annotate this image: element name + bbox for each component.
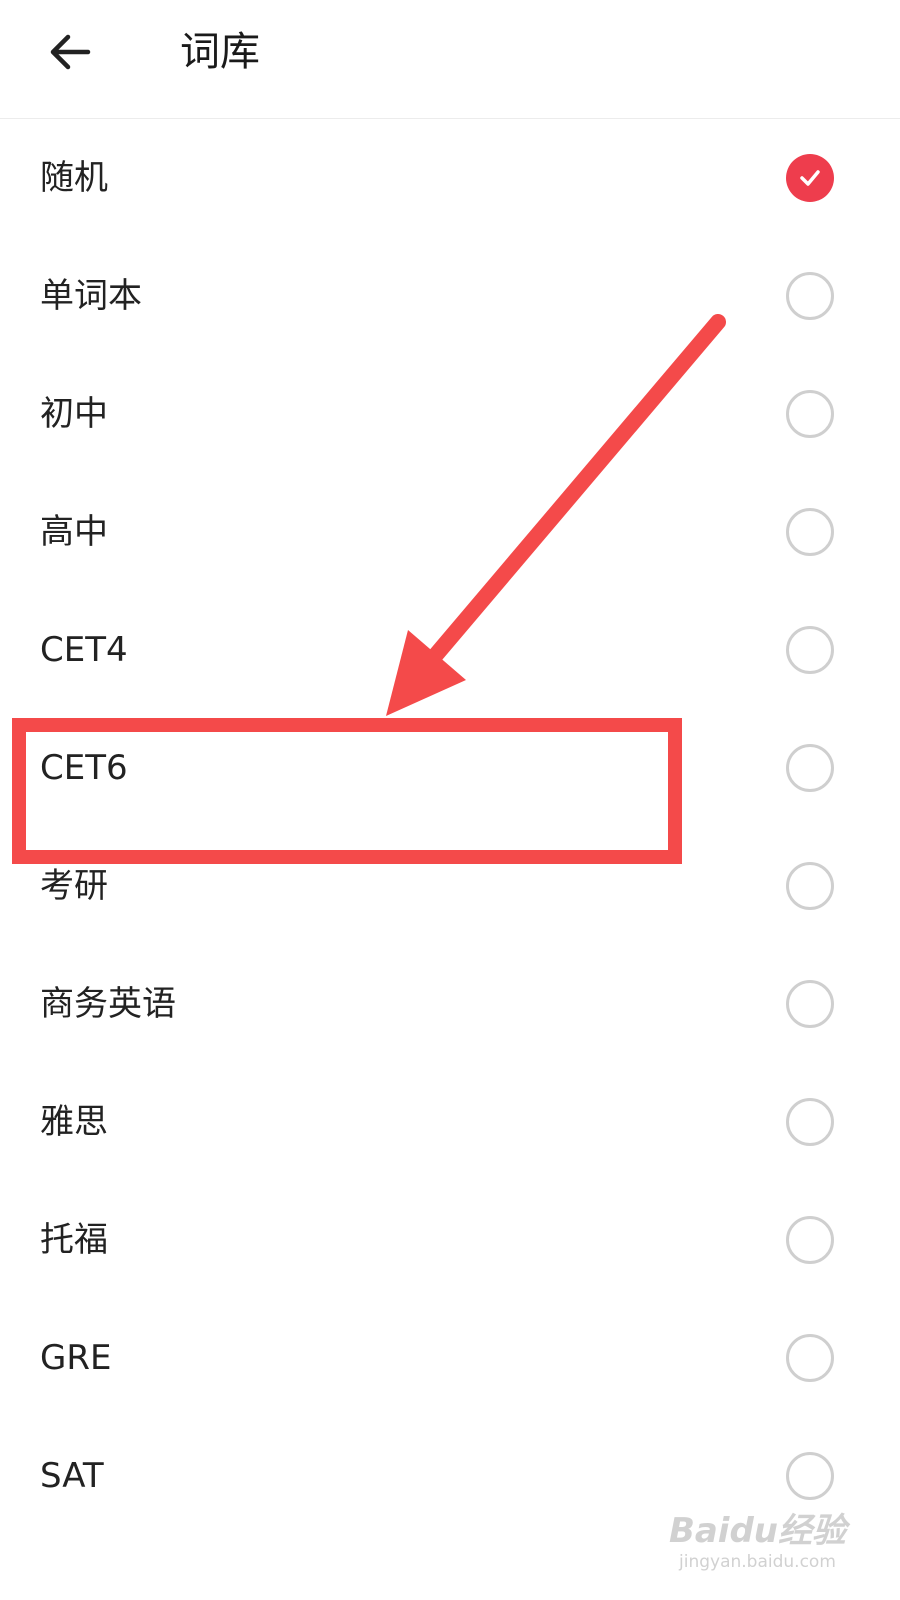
list-item-junior-high[interactable]: 初中 — [0, 355, 900, 473]
check-icon — [800, 170, 820, 186]
list-item-random[interactable]: 随机 — [0, 119, 900, 237]
highlight-box — [12, 718, 682, 864]
page-title: 词库 — [180, 29, 260, 75]
back-button[interactable] — [40, 22, 100, 82]
list-item-ielts[interactable]: 雅思 — [0, 1063, 900, 1181]
list-item-gre[interactable]: GRE — [0, 1299, 900, 1417]
list-item-toefl[interactable]: 托福 — [0, 1181, 900, 1299]
radio-unchecked[interactable] — [786, 626, 834, 674]
radio-unchecked[interactable] — [786, 1452, 834, 1500]
list-item-wordbook[interactable]: 单词本 — [0, 237, 900, 355]
list-item-label: 托福 — [40, 1220, 108, 1260]
radio-unchecked[interactable] — [786, 508, 834, 556]
list-item-label: 初中 — [40, 394, 108, 434]
watermark: Baidu经验 jingyan.baidu.com — [669, 1503, 846, 1572]
top-bar: 词库 — [0, 0, 900, 119]
arrow-left-icon — [50, 34, 91, 70]
list-item-cet4[interactable]: CET4 — [0, 591, 900, 709]
radio-unchecked[interactable] — [786, 1216, 834, 1264]
watermark-url: jingyan.baidu.com — [679, 1552, 836, 1572]
list-item-label: SAT — [40, 1456, 104, 1496]
list-item-label: 商务英语 — [40, 984, 176, 1024]
list-item-label: 随机 — [40, 158, 108, 198]
list-item-senior-high[interactable]: 高中 — [0, 473, 900, 591]
radio-unchecked[interactable] — [786, 862, 834, 910]
radio-unchecked[interactable] — [786, 1098, 834, 1146]
list-item-label: 单词本 — [40, 276, 142, 316]
list-item-label: 高中 — [40, 512, 108, 552]
list-item-label: GRE — [40, 1338, 112, 1378]
radio-unchecked[interactable] — [786, 1334, 834, 1382]
radio-checked[interactable] — [786, 154, 834, 202]
radio-unchecked[interactable] — [786, 744, 834, 792]
radio-unchecked[interactable] — [786, 980, 834, 1028]
radio-unchecked[interactable] — [786, 272, 834, 320]
radio-unchecked[interactable] — [786, 390, 834, 438]
watermark-logo: Baidu经验 — [668, 1511, 846, 1551]
list-item-label: CET4 — [40, 630, 128, 670]
list-item-business-english[interactable]: 商务英语 — [0, 945, 900, 1063]
list-item-label: 雅思 — [40, 1102, 108, 1142]
